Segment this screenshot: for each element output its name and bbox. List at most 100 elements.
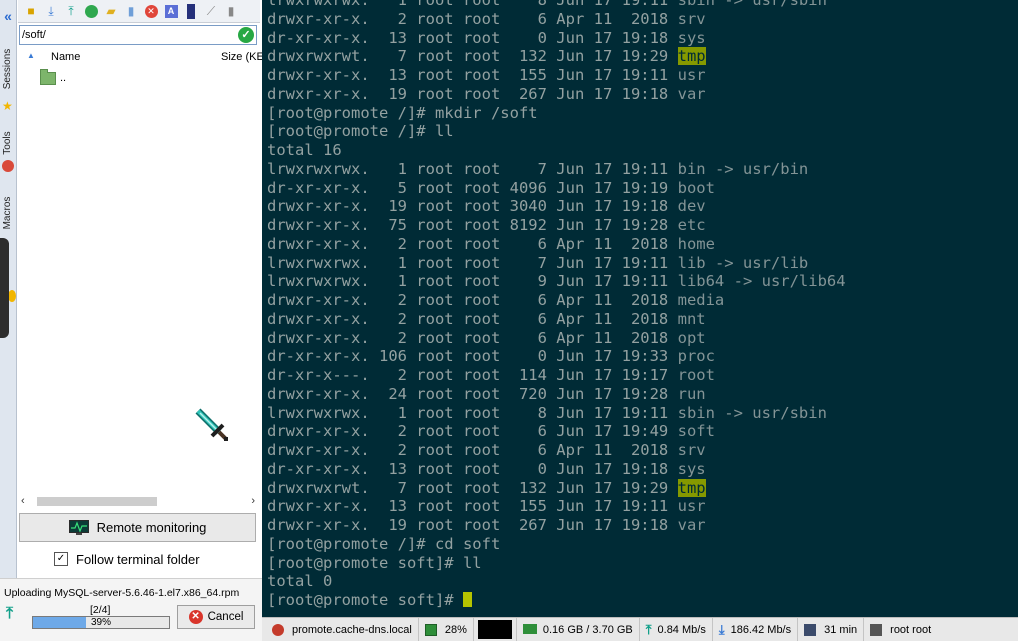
terminal-file-name: opt bbox=[677, 328, 706, 347]
terminal-file-name: sys bbox=[677, 459, 706, 478]
remote-monitoring-button[interactable]: Remote monitoring bbox=[19, 513, 256, 542]
terminal-file-name: boot bbox=[677, 178, 715, 197]
status-host[interactable]: promote.cache-dns.local bbox=[262, 618, 419, 641]
terminal-file-name: etc bbox=[677, 216, 706, 234]
terminal-line: lrwxrwxrwx. 1 root root 7 Jun 17 19:11 l… bbox=[267, 254, 846, 273]
terminal-line: dr-xr-xr-x. 13 root root 0 Jun 17 19:18 … bbox=[267, 29, 846, 48]
terminal-line-text: total 16 bbox=[267, 141, 342, 159]
status-uptime-label: 31 min bbox=[824, 623, 858, 636]
folder-up-icon[interactable]: ■ bbox=[22, 2, 40, 20]
terminal-link-target: -> usr/bin bbox=[705, 159, 809, 178]
bookmark-icon[interactable]: ▮ bbox=[222, 2, 240, 20]
status-download[interactable]: ⤓ 186.42 Mb/s bbox=[713, 618, 799, 641]
terminal-file-name: usr bbox=[677, 497, 706, 516]
terminal-line-text: [root@promote soft]# bbox=[267, 591, 463, 609]
sort-ascending-icon[interactable]: ▲ bbox=[27, 51, 35, 60]
list-item[interactable]: .. bbox=[40, 68, 66, 86]
terminal-line: drwxr-xr-x. 2 root root 6 Apr 11 2018 sr… bbox=[267, 441, 846, 460]
status-uptime[interactable]: 31 min bbox=[798, 618, 865, 641]
new-file-icon[interactable]: ▮ bbox=[122, 2, 140, 20]
terminal-file-name: sbin bbox=[677, 403, 715, 422]
scroll-right-icon[interactable]: › bbox=[251, 495, 255, 507]
terminal-line: drwxr-xr-x. 75 root root 8192 Jun 17 19:… bbox=[267, 216, 846, 235]
collapse-chevron-icon[interactable]: « bbox=[0, 8, 16, 24]
column-size[interactable]: Size (KE bbox=[221, 51, 264, 63]
terminal-file-name: lib bbox=[677, 253, 706, 272]
terminal-file-name: var bbox=[677, 84, 706, 103]
terminal-file-name: run bbox=[677, 384, 706, 403]
tools-wand-icon[interactable]: ⟋ bbox=[202, 2, 220, 20]
path-confirm-icon[interactable]: ✓ bbox=[238, 27, 254, 43]
tab-sessions[interactable]: Sessions bbox=[1, 39, 15, 99]
terminal-line: total 0 bbox=[267, 572, 846, 591]
terminal-line-text: lrwxrwxrwx. 1 root root 7 Jun 17 19:11 bbox=[267, 253, 678, 272]
terminal-line: drwxr-xr-x. 2 root root 6 Apr 11 2018 me… bbox=[267, 291, 846, 310]
upload-arrow-icon: ⤒ bbox=[6, 605, 14, 622]
scroll-left-icon[interactable]: ‹ bbox=[21, 495, 25, 507]
panel-collapse-handle[interactable] bbox=[0, 238, 9, 338]
follow-terminal-folder[interactable]: ✓ Follow terminal folder bbox=[54, 550, 200, 568]
terminal-line: drwxr-xr-x. 13 root root 155 Jun 17 19:1… bbox=[267, 66, 846, 85]
terminal-line-text: drwxr-xr-x. 13 root root 155 Jun 17 19:1… bbox=[267, 66, 678, 84]
column-name[interactable]: Name bbox=[51, 51, 80, 63]
cancel-upload-button[interactable]: ✕ Cancel bbox=[177, 605, 255, 629]
terminal-line-text: drwxr-xr-x. 2 root root 6 Apr 11 2018 bbox=[267, 234, 678, 253]
status-user[interactable]: root root bbox=[864, 618, 937, 641]
terminal-file-name: usr bbox=[677, 66, 706, 84]
terminal-file-name: dev bbox=[677, 197, 706, 216]
terminal-output: lrwxrwxrwx. 1 root root 8 Jun 17 19:11 s… bbox=[267, 0, 846, 610]
new-folder-icon[interactable]: ▰ bbox=[102, 2, 120, 20]
tab-macros[interactable]: Macros bbox=[1, 183, 15, 243]
status-upload[interactable]: ⤒ 0.84 Mb/s bbox=[640, 618, 713, 641]
terminal-line: drwxr-xr-x. 19 root root 267 Jun 17 19:1… bbox=[267, 516, 846, 535]
follow-terminal-checkbox[interactable]: ✓ bbox=[54, 552, 68, 566]
terminal-link-target: -> usr/lib64 bbox=[724, 272, 846, 291]
status-download-label: 186.42 Mb/s bbox=[730, 623, 792, 636]
terminal-line: dr-xr-xr-x. 13 root root 0 Jun 17 19:18 … bbox=[267, 460, 846, 479]
upload-icon[interactable]: ⤒ bbox=[62, 2, 80, 20]
refresh-icon[interactable] bbox=[82, 2, 100, 20]
terminal-line: [root@promote /]# ll bbox=[267, 122, 846, 141]
cpu-icon bbox=[424, 623, 439, 636]
scroll-thumb[interactable] bbox=[37, 497, 157, 506]
terminal-view-icon[interactable] bbox=[182, 2, 200, 20]
upload-status-text: Uploading MySQL-server-5.6.46-1.el7.x86_… bbox=[4, 587, 240, 599]
terminal-file-name: root bbox=[677, 366, 715, 384]
terminal[interactable]: lrwxrwxrwx. 1 root root 8 Jun 17 19:11 s… bbox=[262, 0, 1018, 617]
memory-icon bbox=[522, 623, 537, 636]
terminal-highlighted-name: tmp bbox=[677, 478, 706, 497]
status-cpu[interactable]: 28% bbox=[419, 618, 474, 641]
upload-panel: Uploading MySQL-server-5.6.46-1.el7.x86_… bbox=[0, 578, 262, 641]
terminal-line: drwxr-xr-x. 2 root root 6 Jun 17 19:49 s… bbox=[267, 422, 846, 441]
terminal-file-name: home bbox=[677, 234, 715, 253]
rename-icon[interactable]: A bbox=[162, 2, 180, 20]
status-cpu-graph bbox=[474, 618, 517, 641]
terminal-line: [root@promote /]# cd soft bbox=[267, 535, 846, 554]
terminal-line: dr-xr-xr-x. 106 root root 0 Jun 17 19:33… bbox=[267, 347, 846, 366]
terminal-line: [root@promote /]# mkdir /soft bbox=[267, 104, 846, 123]
terminal-line-text: dr-xr-xr-x. 13 root root 0 Jun 17 19:18 bbox=[267, 459, 678, 478]
terminal-line: dr-xr-xr-x. 5 root root 4096 Jun 17 19:1… bbox=[267, 179, 846, 198]
terminal-line-text: dr-xr-xr-x. 106 root root 0 Jun 17 19:33 bbox=[267, 347, 678, 366]
status-memory[interactable]: 0.16 GB / 3.70 GB bbox=[517, 618, 640, 641]
terminal-file-name: mnt bbox=[677, 309, 706, 328]
terminal-line-text: [root@promote /]# cd soft bbox=[267, 534, 501, 553]
terminal-line: dr-xr-x---. 2 root root 114 Jun 17 19:17… bbox=[267, 366, 846, 385]
terminal-line-text: drwxr-xr-x. 19 root root 267 Jun 17 19:1… bbox=[267, 516, 678, 534]
terminal-line-text: drwxr-xr-x. 19 root root 3040 Jun 17 19:… bbox=[267, 197, 678, 216]
terminal-file-name: bin bbox=[677, 159, 706, 178]
terminal-line: drwxr-xr-x. 2 root root 6 Apr 11 2018 mn… bbox=[267, 310, 846, 329]
terminal-line: drwxrwxrwt. 7 root root 132 Jun 17 19:29… bbox=[267, 47, 846, 66]
download-speed-icon: ⤓ bbox=[718, 621, 725, 637]
horizontal-scrollbar[interactable]: ‹ › bbox=[19, 495, 259, 509]
terminal-line-text: drwxr-xr-x. 2 root root 6 Jun 17 19:49 bbox=[267, 422, 678, 441]
terminal-line-text: total 0 bbox=[267, 572, 333, 591]
terminal-line: drwxr-xr-x. 2 root root 6 Apr 11 2018 ho… bbox=[267, 235, 846, 254]
terminal-link-target: -> usr/lib bbox=[705, 253, 809, 272]
terminal-line-text: [root@promote /]# mkdir /soft bbox=[267, 103, 538, 122]
delete-icon[interactable]: ✕ bbox=[142, 2, 160, 20]
terminal-line-text: drwxrwxrwt. 7 root root 132 Jun 17 19:29 bbox=[267, 478, 678, 497]
macros-icon bbox=[8, 290, 16, 302]
download-icon[interactable]: ⤓ bbox=[42, 2, 60, 20]
path-input[interactable] bbox=[22, 27, 232, 43]
